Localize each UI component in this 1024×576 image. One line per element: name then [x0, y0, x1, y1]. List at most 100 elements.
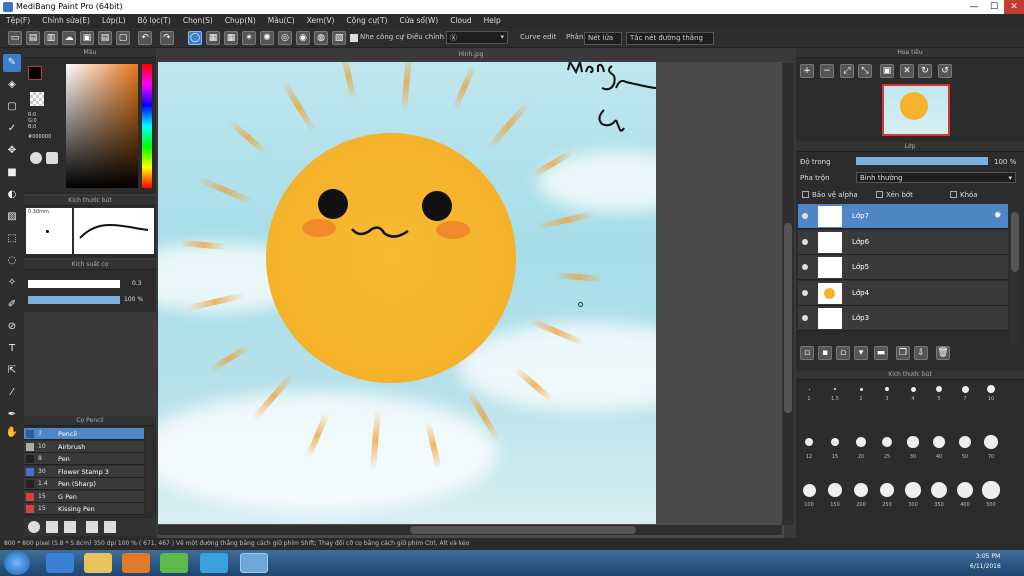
pen-select-icon[interactable]: ✐	[3, 296, 21, 314]
layer-row[interactable]: Lớp3	[798, 306, 1008, 331]
snap-circle-icon[interactable]: ◎	[278, 31, 292, 45]
canvas-tab[interactable]: Hình.jpg	[158, 48, 784, 62]
brush-item[interactable]: 10 Airbrush	[24, 440, 144, 453]
correction-dropdown[interactable]: Ⓧ ▾	[446, 31, 508, 44]
brush-size-cell[interactable]: 40	[928, 430, 950, 460]
pipette-icon[interactable]: ✒	[3, 406, 21, 424]
layer-visibility-icon[interactable]	[802, 315, 808, 321]
menu-window[interactable]: Cửa sổ(W)	[393, 14, 444, 28]
menu-select[interactable]: Chọn(S)	[177, 14, 219, 28]
brush-size-cell[interactable]: 200	[850, 478, 872, 508]
cloud-brush-icon[interactable]	[64, 521, 76, 533]
brush-size-cell[interactable]: 4	[902, 382, 924, 404]
layer-row[interactable]: Lớp4	[798, 280, 1008, 306]
clip-checkbox[interactable]	[876, 191, 883, 198]
brush-item[interactable]: 1.4 Pen (Sharp)	[24, 478, 144, 490]
start-button[interactable]	[4, 551, 30, 575]
brush-size-cell[interactable]: 350	[928, 478, 950, 508]
menu-help[interactable]: Help	[478, 14, 507, 28]
brush-size-cell[interactable]: 2	[850, 382, 872, 404]
brush-size-cell[interactable]: 250	[876, 478, 898, 508]
menu-edit[interactable]: Chỉnh sửa(E)	[36, 14, 96, 28]
snap-setting-icon[interactable]: ▧	[332, 31, 346, 45]
brush-item[interactable]: 30 Flower Stamp 3	[24, 465, 144, 478]
rotate-icon[interactable]: ↻	[918, 64, 932, 78]
edit-brush-icon[interactable]	[86, 521, 98, 533]
flip-icon[interactable]: ▣	[880, 64, 894, 78]
layer-row[interactable]: Lớp6	[798, 229, 1008, 255]
eyedropper-icon[interactable]: ⁄	[3, 384, 21, 402]
open-file-icon[interactable]: ▤	[26, 31, 40, 45]
maximize-button[interactable]: ☐	[984, 0, 1004, 14]
move-tool-icon[interactable]: ✥	[3, 142, 21, 160]
gradient-tool-icon[interactable]: ▨	[3, 208, 21, 226]
new-file-icon[interactable]: ▭	[8, 31, 22, 45]
app-icon-green[interactable]	[160, 553, 188, 573]
snap-grid-icon[interactable]: ▦	[224, 31, 238, 45]
zoom-out-icon[interactable]: −	[820, 64, 834, 78]
add-layer-icon[interactable]: ▫	[800, 346, 814, 360]
eraser-tool-icon[interactable]: ◈	[3, 76, 21, 94]
close-button[interactable]: ✕	[1004, 0, 1024, 14]
brush-size-slider[interactable]	[28, 280, 120, 288]
brush-size-cell[interactable]: 400	[954, 478, 976, 508]
horizontal-scrollbar[interactable]	[158, 525, 782, 535]
brush-size-cell[interactable]: 500	[980, 478, 1002, 508]
layer-visibility-icon[interactable]	[802, 264, 808, 270]
menu-view[interactable]: Xem(V)	[301, 14, 341, 28]
medibang-task-icon[interactable]	[240, 553, 268, 573]
delete-layer-icon[interactable]: 🗑	[936, 346, 950, 360]
cloud-icon[interactable]: ☁	[62, 31, 76, 45]
layer-folder-icon[interactable]: ▬	[874, 346, 888, 360]
horizontal-scroll-thumb[interactable]	[410, 526, 636, 534]
ie-icon[interactable]	[46, 553, 74, 573]
fit-icon[interactable]: ⤢	[840, 64, 854, 78]
brush-size-cell[interactable]: 1.5	[824, 382, 846, 404]
menu-snap[interactable]: Chụp(N)	[219, 14, 262, 28]
brush-size-cell[interactable]: 30	[902, 430, 924, 460]
menu-layer[interactable]: Lớp(L)	[96, 14, 132, 28]
text-tool-icon[interactable]: T	[3, 340, 21, 358]
primary-color-swatch[interactable]	[28, 66, 42, 80]
snap-vanish-icon[interactable]: ◉	[296, 31, 310, 45]
vertical-scroll-thumb[interactable]	[784, 223, 792, 413]
vertical-scrollbar[interactable]	[782, 63, 794, 525]
brush-item[interactable]: 8 Pen	[24, 453, 144, 465]
add-halftone-icon[interactable]: ▪	[818, 346, 832, 360]
protect-alpha-checkbox[interactable]	[802, 191, 809, 198]
brush-size-cell[interactable]: 25	[876, 430, 898, 460]
brush-size-cell[interactable]: 20	[850, 430, 872, 460]
layer-opacity-slider[interactable]	[856, 157, 988, 165]
dot-tool-icon[interactable]: ▢	[3, 98, 21, 116]
save-icon[interactable]: ▥	[44, 31, 58, 45]
drawing-canvas[interactable]	[158, 62, 656, 524]
hue-slider[interactable]	[142, 64, 152, 188]
export-icon[interactable]: ▣	[80, 31, 94, 45]
layer-visibility-icon[interactable]	[802, 213, 808, 219]
rect-select-icon[interactable]: ⬚	[3, 230, 21, 248]
layer-row[interactable]: Lớp5	[798, 255, 1008, 280]
color-sv-picker[interactable]	[66, 64, 138, 188]
layer-menu-icon[interactable]: ▾	[854, 346, 868, 360]
snap-line-button[interactable]: Tắc nét đường thẳng	[626, 32, 714, 45]
layer-visibility-icon[interactable]	[802, 289, 808, 296]
brush-size-cell[interactable]: 3	[876, 382, 898, 404]
nothing-button[interactable]: Nét lửa	[584, 32, 622, 45]
menu-tools[interactable]: Cộng cự(T)	[340, 14, 393, 28]
lasso-icon[interactable]: ◌	[3, 252, 21, 270]
brush-size-cell[interactable]: 7	[954, 382, 976, 404]
palette-icon[interactable]	[30, 152, 42, 164]
undo-icon[interactable]: ↶	[138, 31, 152, 45]
layer-visibility-icon[interactable]	[802, 238, 808, 245]
navigator-preview[interactable]	[882, 84, 950, 136]
lock-checkbox[interactable]	[950, 191, 957, 198]
layer-settings-icon[interactable]: ✹	[994, 211, 1002, 221]
menu-cloud[interactable]: Cloud	[444, 14, 477, 28]
brush-size-preview[interactable]: 0.30mm	[26, 208, 72, 254]
brush-size-cell[interactable]: 150	[824, 478, 846, 508]
operation-tool-icon[interactable]: ⇱	[3, 362, 21, 380]
shape-tool-icon[interactable]: ■	[3, 164, 21, 182]
layer-row[interactable]: Lớp7 ✹	[798, 204, 1008, 229]
brush-size-cell[interactable]: 10	[980, 382, 1002, 404]
swap-color-icon[interactable]	[46, 152, 58, 164]
